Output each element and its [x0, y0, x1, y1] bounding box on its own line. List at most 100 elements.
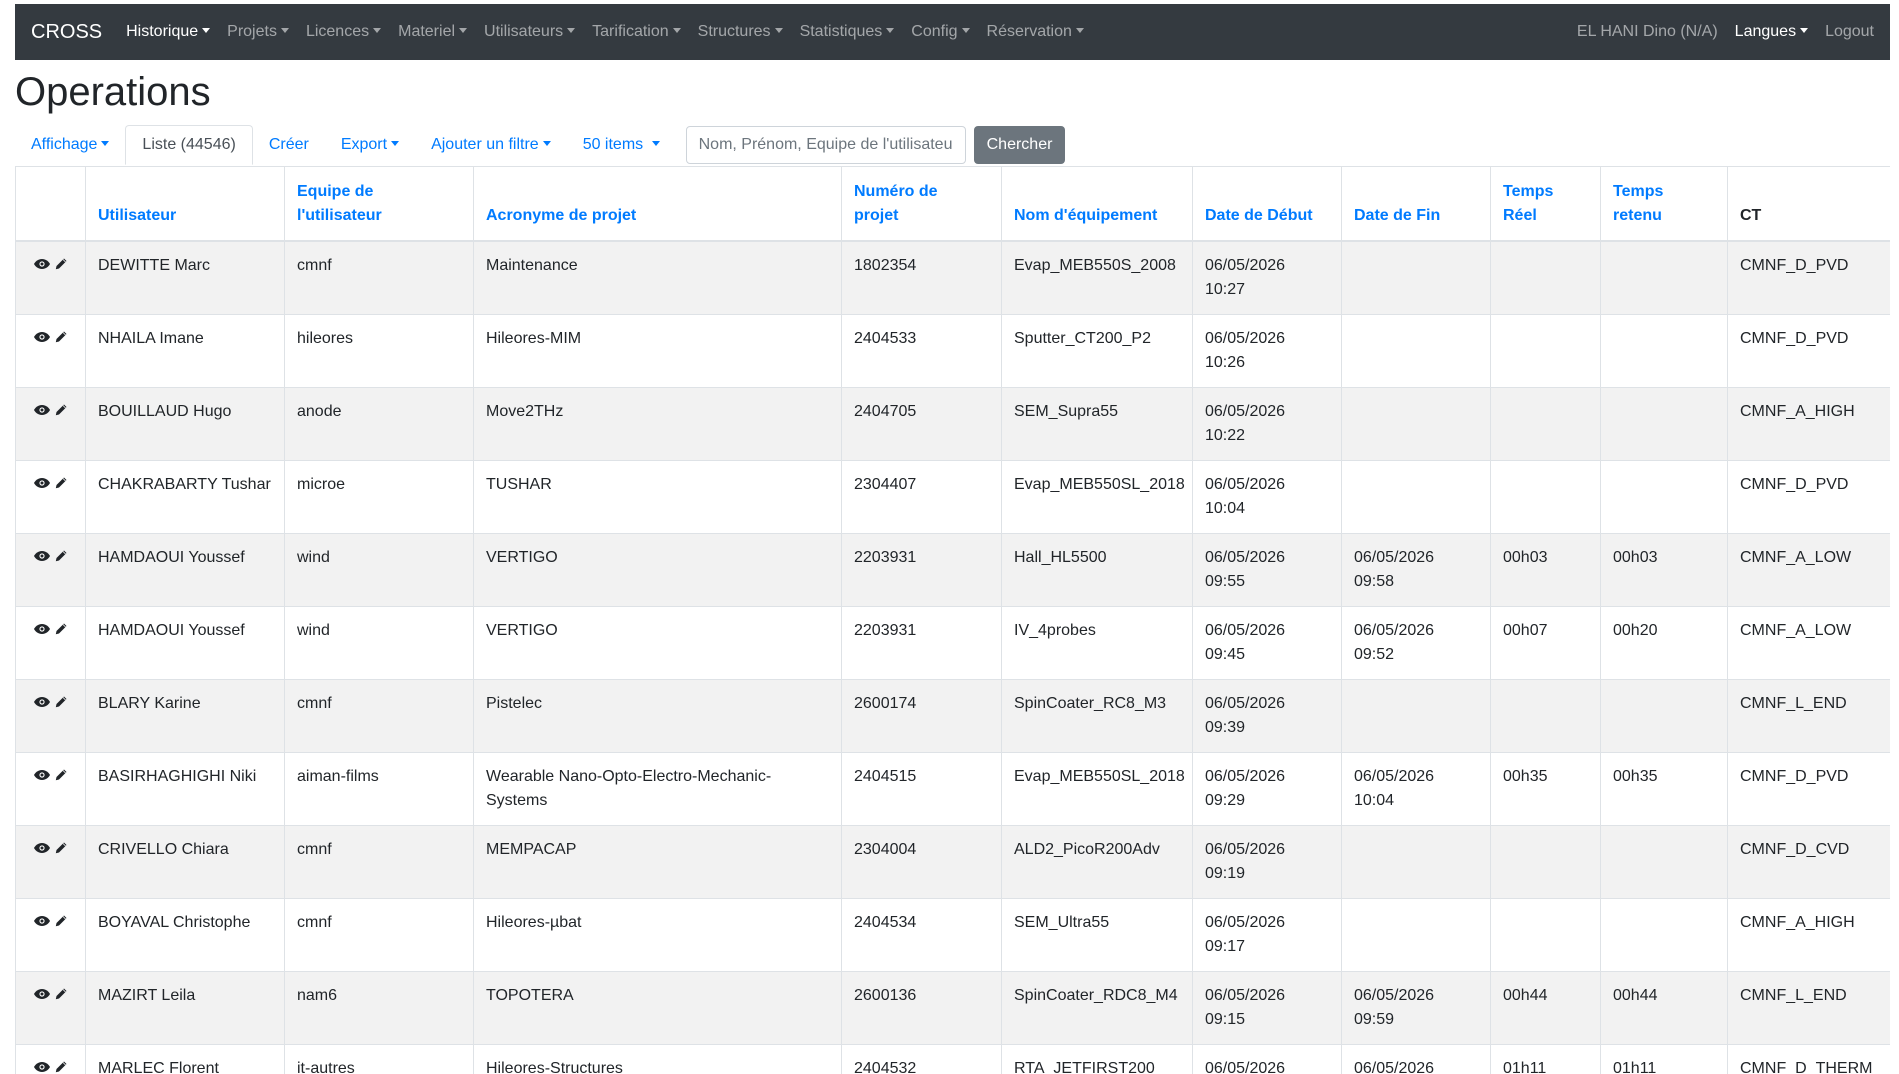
export-dropdown[interactable]: Export	[325, 126, 415, 164]
cell-temps-retenu	[1600, 460, 1728, 534]
cell-equipe: hileores	[284, 314, 474, 388]
affichage-dropdown[interactable]: Affichage	[15, 126, 125, 164]
pencil-icon[interactable]	[55, 473, 67, 497]
cell-date-debut-day: 06/05/2026	[1205, 549, 1286, 566]
cell-equipe: it-autres	[284, 1044, 474, 1074]
cell-utilisateur: HAMDAOUI Youssef	[85, 606, 285, 680]
brand-logo[interactable]: CROSS	[31, 21, 102, 44]
cell-actions	[15, 314, 86, 388]
header-equipe[interactable]: Equipe de l'utilisateur	[284, 167, 474, 242]
nav-menu-historique[interactable]: Historique	[126, 23, 211, 41]
nav-menu-label: Utilisateurs	[484, 23, 564, 40]
cell-date-fin-time: 09:58	[1354, 573, 1395, 590]
cell-utilisateur: NHAILA Imane	[85, 314, 285, 388]
nav-menu-config[interactable]: Config	[911, 23, 970, 41]
eye-icon[interactable]	[34, 911, 51, 935]
cell-equipe: cmnf	[284, 241, 474, 315]
nav-menu-projets[interactable]: Projets	[227, 23, 289, 41]
eye-icon[interactable]	[34, 1057, 51, 1074]
cell-date-debut-time: 09:15	[1205, 1011, 1246, 1028]
eye-icon[interactable]	[34, 327, 51, 351]
nav-menu-materiel[interactable]: Materiel	[398, 23, 468, 41]
cell-actions	[15, 460, 86, 534]
pencil-icon[interactable]	[55, 619, 67, 643]
pencil-icon[interactable]	[55, 1057, 67, 1074]
cell-date-fin: 06/05/2026 09:58	[1341, 533, 1491, 607]
nav-menu-statistiques[interactable]: Statistiques	[800, 23, 895, 41]
cell-numero: 1802354	[841, 241, 1002, 315]
cell-actions	[15, 1044, 86, 1074]
nav-menu-r-servation[interactable]: Réservation	[987, 23, 1084, 41]
cell-equipement: Evap_MEB550SL_2018	[1001, 752, 1193, 826]
search-input[interactable]	[685, 126, 966, 164]
pencil-icon[interactable]	[55, 911, 67, 935]
pencil-icon[interactable]	[55, 692, 67, 716]
cell-date-fin: 06/05/2026 09:52	[1341, 606, 1491, 680]
header-utilisateur[interactable]: Utilisateur	[85, 167, 285, 242]
eye-icon[interactable]	[34, 473, 51, 497]
items-per-page-dropdown[interactable]: 50 items	[567, 126, 676, 164]
chevron-down-icon	[391, 141, 400, 146]
cell-date-debut: 06/05/2026 10:22	[1192, 387, 1342, 461]
cell-temps-reel: 00h44	[1490, 971, 1601, 1045]
cell-temps-retenu	[1600, 679, 1728, 753]
cell-temps-retenu	[1600, 898, 1728, 972]
header-temps-reel-line1: Temps	[1503, 183, 1554, 200]
table-row: DEWITTE Marc cmnf Maintenance 1802354 Evap_M…	[15, 241, 1890, 315]
nav-menu-tarification[interactable]: Tarification	[592, 23, 681, 41]
chevron-down-icon	[202, 28, 211, 33]
cell-date-debut: 06/05/2026 10:26	[1192, 314, 1342, 388]
tab-liste[interactable]: Liste (44546)	[125, 125, 253, 165]
header-numero[interactable]: Numéro de projet	[841, 167, 1002, 242]
cell-date-debut: 06/05/2026 09:29	[1192, 752, 1342, 826]
nav-menu-structures[interactable]: Structures	[698, 23, 783, 41]
table-row: BOYAVAL Christophe cmnf Hileores-µbat 24045…	[15, 898, 1890, 972]
chevron-down-icon	[101, 141, 110, 146]
header-temps-reel[interactable]: Temps Réel	[1490, 167, 1601, 242]
eye-icon[interactable]	[34, 400, 51, 424]
cell-ct: CMNF_A_LOW	[1727, 606, 1890, 680]
nav-menu-licences[interactable]: Licences	[306, 23, 382, 41]
pencil-icon[interactable]	[55, 984, 67, 1008]
add-filter-dropdown[interactable]: Ajouter un filtre	[415, 126, 567, 164]
pencil-icon[interactable]	[55, 327, 67, 351]
nav-menu-label: Materiel	[398, 23, 456, 40]
cell-numero: 2600174	[841, 679, 1002, 753]
eye-icon[interactable]	[34, 984, 51, 1008]
create-link[interactable]: Créer	[253, 126, 325, 164]
pencil-icon[interactable]	[55, 254, 67, 278]
cell-numero: 2404532	[841, 1044, 1002, 1074]
eye-icon[interactable]	[34, 546, 51, 570]
header-temps-retenu[interactable]: Temps retenu	[1600, 167, 1728, 242]
cell-date-debut: 06/05/2026 09:17	[1192, 898, 1342, 972]
eye-icon[interactable]	[34, 838, 51, 862]
header-acronyme[interactable]: Acronyme de projet	[473, 167, 842, 242]
search-button[interactable]: Chercher	[973, 126, 1066, 164]
pencil-icon[interactable]	[55, 838, 67, 862]
nav-menu-utilisateurs[interactable]: Utilisateurs	[484, 23, 576, 41]
eye-icon[interactable]	[34, 692, 51, 716]
eye-icon[interactable]	[34, 254, 51, 278]
header-date-fin[interactable]: Date de Fin	[1341, 167, 1491, 242]
cell-temps-reel: 00h03	[1490, 533, 1601, 607]
cell-actions	[15, 752, 86, 826]
cell-numero: 2203931	[841, 533, 1002, 607]
pencil-icon[interactable]	[55, 546, 67, 570]
chevron-down-icon	[672, 28, 681, 33]
operations-table: Utilisateur Equipe de l'utilisateur Acron…	[15, 167, 1890, 1074]
cell-date-debut-time: 10:26	[1205, 354, 1246, 371]
languages-dropdown[interactable]: Langues	[1735, 23, 1809, 41]
header-equipement[interactable]: Nom d'équipement	[1001, 167, 1193, 242]
header-date-debut[interactable]: Date de Début	[1192, 167, 1342, 242]
header-actions	[15, 167, 86, 242]
eye-icon[interactable]	[34, 619, 51, 643]
cell-date-debut-time: 09:39	[1205, 719, 1246, 736]
pencil-icon[interactable]	[55, 400, 67, 424]
cell-temps-reel	[1490, 314, 1601, 388]
cell-date-fin-time: 09:52	[1354, 646, 1395, 663]
cell-temps-reel: 00h07	[1490, 606, 1601, 680]
eye-icon[interactable]	[34, 765, 51, 789]
pencil-icon[interactable]	[55, 765, 67, 789]
logout-link[interactable]: Logout	[1825, 23, 1874, 41]
current-user[interactable]: EL HANI Dino (N/A)	[1577, 23, 1718, 41]
